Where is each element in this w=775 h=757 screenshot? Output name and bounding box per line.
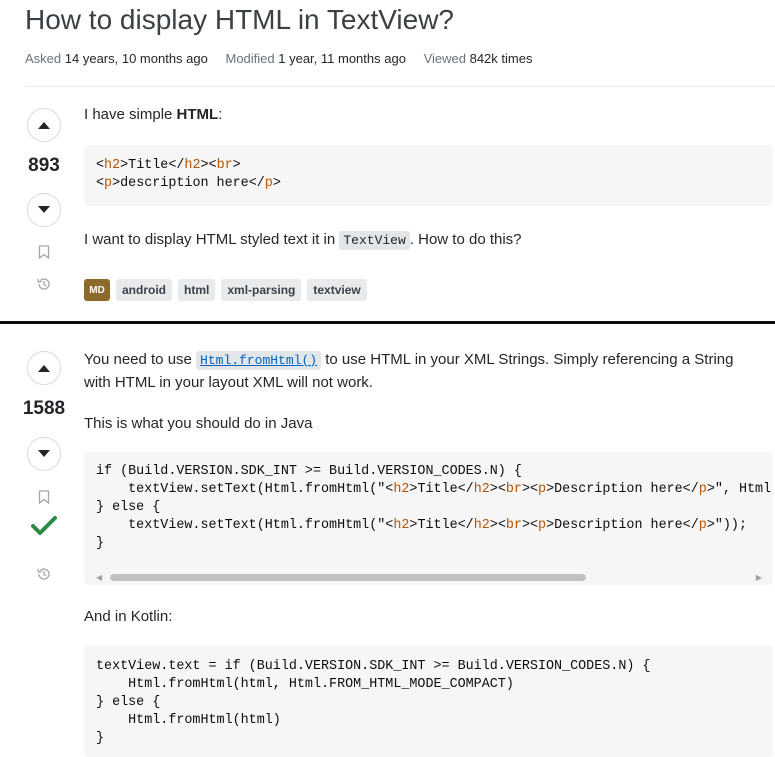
java-code: if (Build.VERSION.SDK_INT >= Build.VERSI…: [96, 464, 772, 551]
code-tag-name: br: [216, 158, 233, 173]
code-tag-name: p: [698, 482, 707, 497]
intro-text: I have simple: [84, 106, 177, 123]
body-text: I want to display HTML styled text it in: [84, 231, 340, 248]
para1-suffix: to use HTML in your XML Strings. Simply …: [321, 351, 734, 368]
scroll-right-icon[interactable]: ▶: [756, 573, 762, 582]
code-tag-name: p: [104, 176, 113, 191]
code-tag-name: p: [698, 518, 707, 533]
arrow-up-icon: [38, 365, 50, 372]
code-text: >Description here</: [546, 482, 699, 497]
answer-para3: And in Kotlin:: [84, 608, 173, 625]
bookmark-icon[interactable]: [36, 489, 52, 505]
code-text: ><: [521, 482, 539, 497]
asked-value[interactable]: 14 years, 10 months ago: [65, 51, 208, 66]
question-upvote-button[interactable]: [27, 108, 61, 142]
tag-android[interactable]: android: [116, 279, 172, 301]
para1-text: You need to use: [84, 351, 197, 368]
modified-value[interactable]: 1 year, 11 months ago: [278, 51, 406, 66]
code-tag-name: h2: [184, 158, 201, 173]
answer-para2: This is what you should do in Java: [84, 415, 313, 432]
para1-line2: with HTML in your layout XML will not wo…: [84, 374, 373, 391]
code-horizontal-scrollbar[interactable]: ◀ ▶: [96, 573, 762, 582]
viewed-label: Viewed: [423, 51, 466, 66]
inline-code-textview: TextView: [339, 231, 410, 250]
code-tag-name: h2: [473, 482, 490, 497]
question-code-block: <h2>Title</h2><br> <p>description here</…: [84, 145, 773, 206]
code-tag-name: p: [264, 176, 273, 191]
accepted-check-icon: [31, 513, 57, 539]
question-tags: MD android html xml-parsing textview: [84, 279, 367, 301]
body-suffix: . How to do this?: [409, 231, 522, 248]
code-text: >: [706, 482, 715, 497]
code-tag-name: p: [538, 518, 547, 533]
code-text: >Title</: [409, 518, 474, 533]
question-score: 893: [28, 155, 60, 176]
code-text: >: [706, 518, 715, 533]
code-text: ><: [489, 518, 506, 533]
kotlin-code-block: textView.text = if (Build.VERSION.SDK_IN…: [84, 645, 773, 757]
code-text: ><: [200, 158, 217, 173]
code-tag-name: h2: [104, 158, 121, 173]
question-meta: Asked 14 years, 10 months ago Modified 1…: [25, 51, 546, 66]
code-text: >Description here</: [546, 518, 699, 533]
code-tag-name: p: [538, 482, 547, 497]
code-text: <: [96, 176, 105, 191]
tag-textview[interactable]: textview: [307, 279, 367, 301]
arrow-down-icon: [38, 206, 50, 213]
code-tag-name: h2: [473, 518, 490, 533]
question-intro: I have simple HTML:: [84, 104, 222, 126]
code-text: <: [96, 158, 105, 173]
scroll-left-icon[interactable]: ◀: [96, 573, 102, 582]
code-text: >Title</: [120, 158, 185, 173]
modified-label: Modified: [225, 51, 275, 66]
code-text: >: [232, 158, 241, 173]
intro-bold: HTML: [176, 106, 219, 123]
answer-para1: You need to use Html.fromHtml() to use H…: [84, 349, 733, 394]
header-divider: [25, 86, 775, 87]
intro-suffix: :: [218, 106, 223, 123]
answer-downvote-button[interactable]: [27, 437, 61, 471]
code-text: >: [272, 176, 281, 191]
code-text: >description here</: [112, 176, 265, 191]
scrollbar-thumb[interactable]: [110, 574, 586, 581]
code-text: ><: [521, 518, 539, 533]
java-code-block: if (Build.VERSION.SDK_INT >= Build.VERSI…: [84, 452, 773, 585]
section-divider: [0, 321, 775, 324]
viewed-value: 842k times: [469, 51, 533, 66]
question-downvote-button[interactable]: [27, 193, 61, 227]
asked-label: Asked: [25, 51, 62, 66]
tag-html[interactable]: html: [178, 279, 216, 301]
answer-upvote-button[interactable]: [27, 351, 61, 385]
history-icon[interactable]: [36, 276, 52, 292]
code-tag-name: br: [505, 482, 522, 497]
question-code: <h2>Title</h2><br> <p>description here</…: [96, 157, 761, 193]
history-icon[interactable]: [36, 566, 52, 582]
code-tag-name: h2: [393, 518, 410, 533]
kotlin-code: textView.text = if (Build.VERSION.SDK_IN…: [96, 659, 651, 746]
answer-score: 1588: [22, 398, 66, 419]
bookmark-icon[interactable]: [36, 244, 52, 260]
html-fromhtml-link[interactable]: Html.fromHtml(): [196, 351, 322, 370]
question-title[interactable]: How to display HTML in TextView?: [25, 4, 454, 36]
code-text: >Title</: [409, 482, 474, 497]
arrow-down-icon: [38, 450, 50, 457]
code-tag-name: h2: [393, 482, 410, 497]
code-tag-name: br: [505, 518, 522, 533]
arrow-up-icon: [38, 122, 50, 129]
question-body: I want to display HTML styled text it in…: [84, 229, 522, 252]
code-text: ><: [489, 482, 506, 497]
author-badge[interactable]: MD: [84, 279, 110, 301]
tag-xml-parsing[interactable]: xml-parsing: [221, 279, 302, 301]
